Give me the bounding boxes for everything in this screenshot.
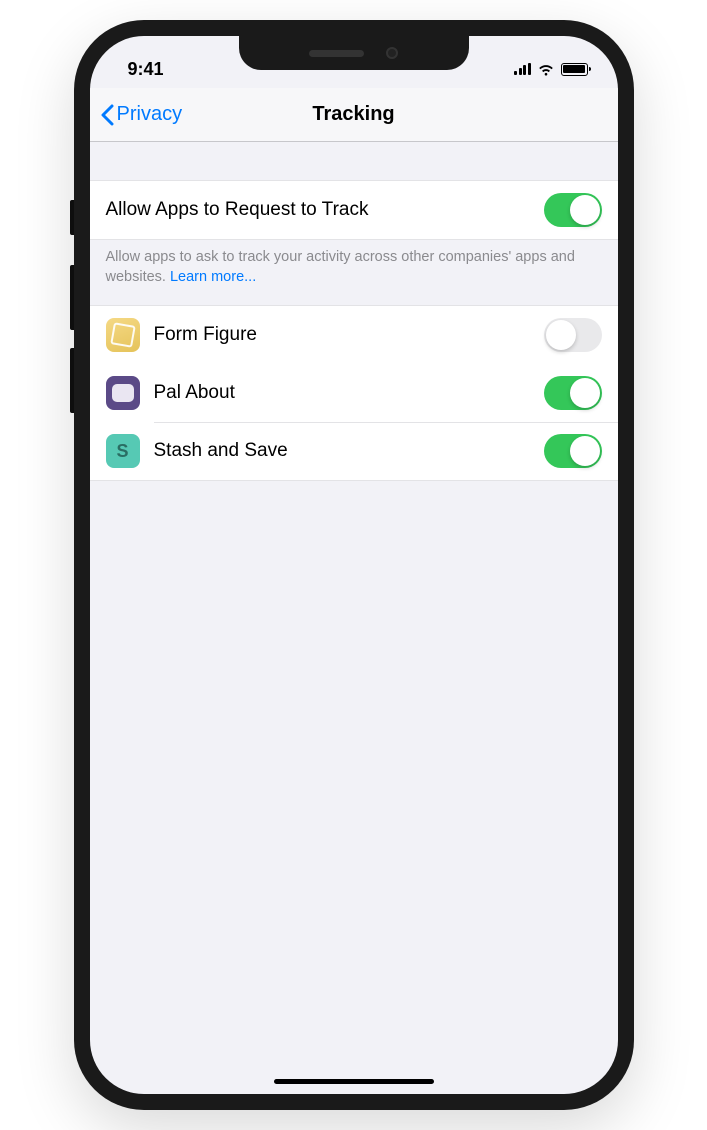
allow-tracking-label: Allow Apps to Request to Track [106,199,544,221]
screen: 9:41 Privacy Tracking Allow Apps t [90,36,618,1094]
nav-bar: Privacy Tracking [90,88,618,142]
cellular-signal-icon [514,63,531,75]
phone-frame: 9:41 Privacy Tracking Allow Apps t [74,20,634,1110]
tracking-description: Allow apps to ask to track your activity… [90,240,618,291]
notch [239,36,469,70]
home-indicator[interactable] [274,1079,434,1084]
battery-icon [561,63,588,76]
app-label: Pal About [154,382,544,404]
allow-tracking-toggle[interactable] [544,193,602,227]
app-tracking-toggle[interactable] [544,434,602,468]
app-icon [106,318,140,352]
status-time: 9:41 [128,59,164,80]
allow-tracking-row: Allow Apps to Request to Track [90,180,618,240]
app-label: Form Figure [154,324,544,346]
app-icon: S [106,434,140,468]
page-title: Tracking [312,103,394,126]
app-row: Form Figure [90,305,618,364]
chevron-left-icon [100,104,114,126]
app-icon [106,376,140,410]
back-label: Privacy [117,103,183,126]
app-label: Stash and Save [154,440,544,462]
back-button[interactable]: Privacy [90,103,183,126]
wifi-icon [537,63,555,76]
app-row: S Stash and Save [90,422,618,481]
learn-more-link[interactable]: Learn more... [170,269,256,285]
app-tracking-toggle[interactable] [544,376,602,410]
app-tracking-toggle[interactable] [544,318,602,352]
app-row: Pal About [90,364,618,422]
